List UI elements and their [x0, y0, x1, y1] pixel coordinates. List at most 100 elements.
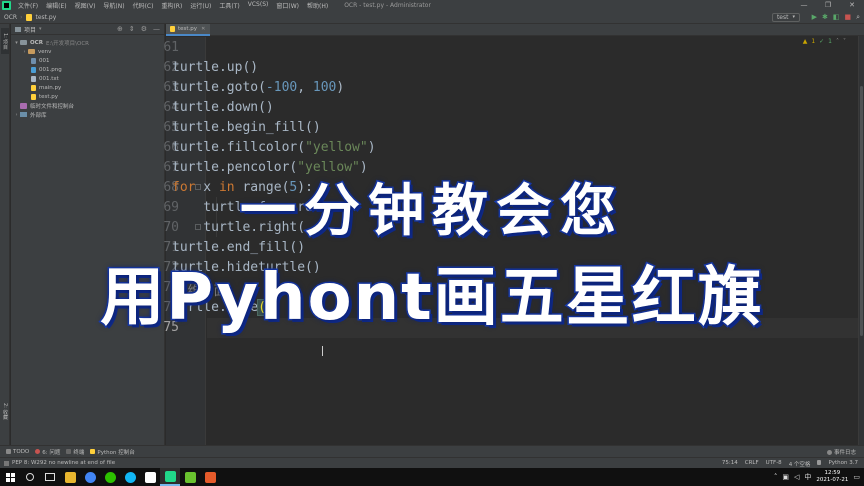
menu-view[interactable]: 视图(V): [71, 1, 100, 10]
run-toolbar: ▶ ✱ ◧ ■ ⌕: [812, 13, 860, 22]
chevron-right-icon[interactable]: ›: [13, 112, 20, 118]
camtasia-icon: [184, 471, 196, 483]
clock-time: 12:59: [824, 470, 841, 476]
taskbar-app-recorder[interactable]: [200, 468, 220, 486]
gear-icon[interactable]: ⚙: [141, 25, 147, 34]
menu-navigate[interactable]: 导航(N): [99, 1, 128, 10]
tree-item-main-py[interactable]: main.py: [11, 83, 164, 92]
run-configuration-select[interactable]: test ▾: [771, 13, 800, 22]
line-separator[interactable]: CRLF: [745, 460, 759, 468]
tree-item-path: E:\开发项目\OCR: [45, 40, 89, 47]
python-file-icon: [31, 84, 36, 91]
tree-item-scratches[interactable]: 临时文件和控制台: [11, 101, 164, 110]
hide-icon[interactable]: —: [153, 25, 160, 34]
menu-vcs[interactable]: VCS(S): [244, 1, 273, 10]
file-encoding[interactable]: UTF-8: [766, 460, 782, 468]
stop-icon[interactable]: ■: [844, 13, 851, 22]
close-tab-icon[interactable]: ✕: [201, 26, 205, 32]
tree-item-test-py[interactable]: test.py: [11, 92, 164, 101]
network-icon[interactable]: ▣: [782, 473, 789, 481]
notification-icon[interactable]: ▭: [853, 473, 860, 481]
menu-refactor[interactable]: 重构(R): [157, 1, 186, 10]
system-clock[interactable]: 12:59 2021-07-21: [816, 470, 848, 484]
collapse-all-icon[interactable]: ⇕: [129, 25, 135, 34]
project-panel-header: 项目 ▾ ⊕ ⇕ ⚙ —: [11, 24, 164, 35]
check-icon: ✓: [819, 38, 825, 45]
taskbar-search-button[interactable]: [20, 468, 40, 486]
debug-icon[interactable]: ✱: [822, 13, 828, 22]
chevron-down-icon[interactable]: ▾: [39, 26, 42, 32]
tree-item-001[interactable]: 001: [11, 56, 164, 65]
breadcrumb-file[interactable]: test.py: [36, 14, 57, 21]
volume-icon[interactable]: ◁: [794, 473, 799, 481]
python-interpreter[interactable]: Python 3.7: [828, 460, 858, 468]
chevron-up-icon[interactable]: ˄: [836, 38, 839, 45]
search-icon[interactable]: ⌕: [856, 13, 860, 22]
explorer-icon: [64, 471, 76, 483]
event-log-button[interactable]: 事件日志: [826, 448, 856, 456]
windows-logo-icon: [5, 472, 15, 482]
tab-problems[interactable]: 6: 问题: [35, 448, 60, 456]
status-toggle-icon[interactable]: [4, 460, 9, 466]
tree-item-001-txt[interactable]: 001.txt: [11, 74, 164, 83]
breadcrumb-project[interactable]: OCR: [4, 14, 17, 21]
tree-item-ocr[interactable]: ▾ OCR E:\开发项目\OCR: [11, 38, 164, 47]
taskbar-app-explorer[interactable]: [60, 468, 80, 486]
search-icon: [26, 473, 34, 481]
todo-icon: [6, 449, 11, 454]
menu-code[interactable]: 代码(C): [129, 1, 158, 10]
inspection-widget[interactable]: ▲ 1 ✓ 1 ˄ ˅: [803, 38, 846, 45]
menu-tools[interactable]: 工具(T): [215, 1, 243, 10]
breadcrumb-separator-icon: ›: [20, 13, 23, 21]
tab-python-console[interactable]: Python 控制台: [90, 448, 135, 456]
menu-edit[interactable]: 编辑(E): [42, 1, 70, 10]
taskbar-app-camtasia[interactable]: [180, 468, 200, 486]
indent-setting[interactable]: 4 个空格: [789, 460, 811, 468]
status-message[interactable]: PEP 8: W292 no newline at end of file: [4, 460, 115, 466]
code-line-62: turtle.up(): [172, 60, 259, 75]
menu-window[interactable]: 窗口(W): [272, 1, 303, 10]
taskbar-app-pycharm[interactable]: [160, 468, 180, 486]
menu-run[interactable]: 运行(U): [186, 1, 215, 10]
task-view-button[interactable]: [40, 468, 60, 486]
project-panel-title[interactable]: 项目: [24, 25, 36, 34]
ok-count: 1: [828, 38, 832, 45]
python-file-icon: [170, 26, 175, 32]
minimize-button[interactable]: —: [792, 0, 816, 11]
event-log-icon: [826, 449, 832, 455]
maximize-button[interactable]: ❐: [816, 0, 840, 11]
tree-item-label: main.py: [39, 84, 62, 91]
event-log-label: 事件日志: [833, 450, 856, 456]
tab-test-py[interactable]: test.py ✕: [166, 24, 211, 36]
caret-position[interactable]: 75:14: [722, 460, 738, 468]
tree-item-external-libraries[interactable]: › 外部库: [11, 110, 164, 119]
start-button[interactable]: [0, 468, 20, 486]
chevron-right-icon[interactable]: ›: [21, 49, 28, 55]
tree-item-001-png[interactable]: 001.png: [11, 65, 164, 74]
taskbar-app-capcut[interactable]: [140, 468, 160, 486]
menu-help[interactable]: 帮助(H): [303, 1, 332, 10]
code-token: turtle.fillcolor(: [172, 140, 306, 155]
tree-item-label: 001: [39, 57, 50, 64]
lock-icon[interactable]: [817, 460, 822, 465]
coverage-icon[interactable]: ◧: [833, 13, 840, 22]
chevron-down-icon[interactable]: ˅: [843, 38, 846, 45]
taskbar-app-qq[interactable]: [120, 468, 140, 486]
tab-terminal[interactable]: 终端: [66, 448, 84, 456]
tool-window-bar: TODO 6: 问题 终端 Python 控制台 事件日志: [0, 445, 864, 457]
ime-icon[interactable]: 中: [804, 472, 811, 482]
run-icon[interactable]: ▶: [812, 13, 817, 22]
favorites-tool-button[interactable]: 2: 收藏: [1, 394, 9, 428]
taskbar-app-chrome[interactable]: [80, 468, 100, 486]
chevron-up-icon[interactable]: ˄: [774, 473, 778, 481]
project-tool-button[interactable]: 1: 项目: [1, 28, 9, 54]
tab-todo[interactable]: TODO: [6, 449, 29, 455]
menu-file[interactable]: 文件(F): [14, 1, 42, 10]
chevron-down-icon[interactable]: ▾: [13, 40, 20, 46]
close-button[interactable]: ✕: [840, 0, 864, 11]
tool-label: TODO: [13, 448, 30, 455]
locate-icon[interactable]: ⊕: [117, 25, 123, 34]
tree-item-venv[interactable]: › venv: [11, 47, 164, 56]
taskbar-app-wechat[interactable]: [100, 468, 120, 486]
window-title: OCR - test.py - Administrator: [344, 2, 431, 9]
